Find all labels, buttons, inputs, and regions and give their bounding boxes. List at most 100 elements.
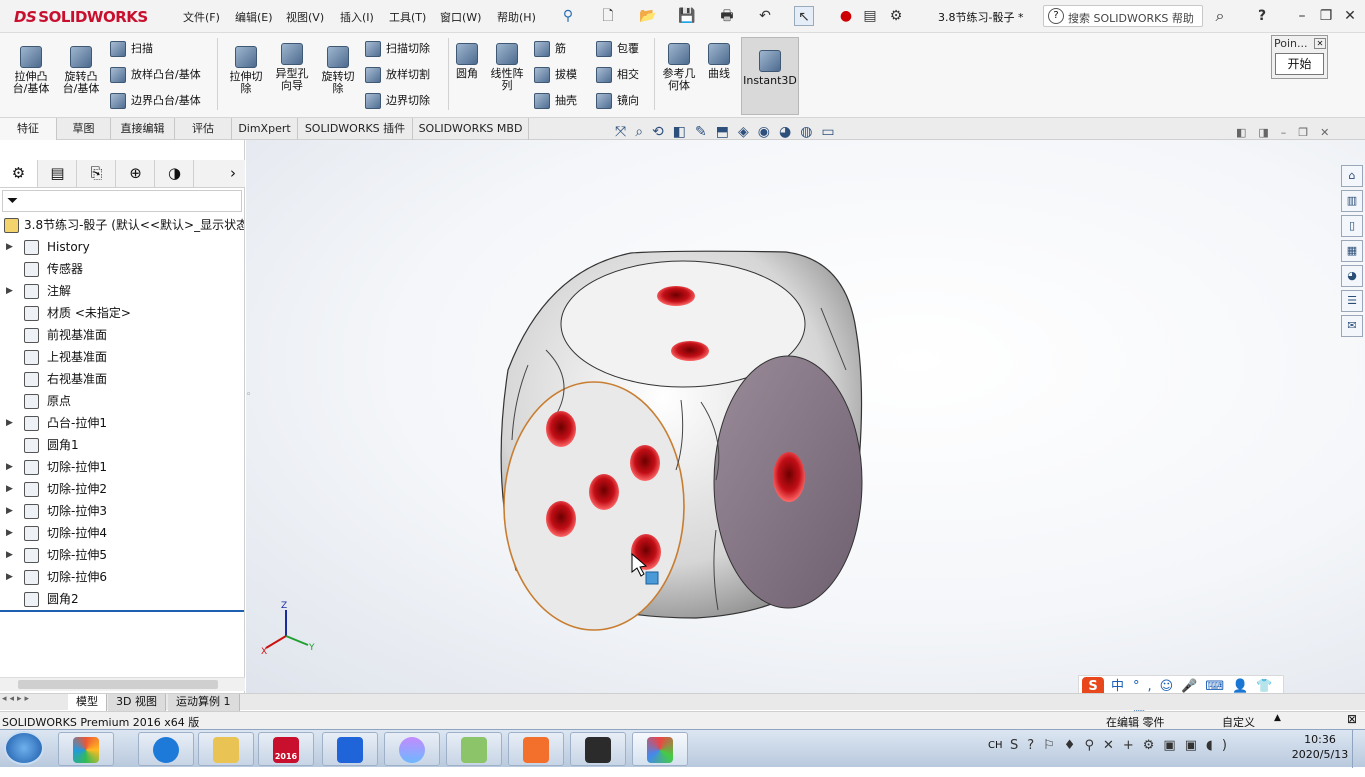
- revolve-boss-button[interactable]: 旋转凸 台/基体: [58, 46, 104, 95]
- panel-expand-icon[interactable]: ›: [222, 160, 244, 187]
- mirror-button[interactable]: 镜向: [596, 91, 639, 111]
- search-box[interactable]: ? 搜索 SOLIDWORKS 帮助: [1043, 5, 1203, 27]
- tree-item[interactable]: ▶ 注解: [0, 280, 244, 302]
- tree-item[interactable]: ▶ 切除-拉伸3: [0, 500, 244, 522]
- custom-properties-icon[interactable]: ☰: [1341, 290, 1363, 312]
- panel-splitter-icon[interactable]: ◦: [246, 390, 254, 420]
- display-manager-tab-icon[interactable]: ◑: [156, 160, 194, 187]
- show-desktop-button[interactable]: [1352, 730, 1365, 768]
- linear-pattern-button[interactable]: 线性阵 列: [486, 43, 528, 92]
- scrollbar-thumb[interactable]: [18, 680, 218, 689]
- minimize-icon[interactable]: –: [1292, 6, 1312, 26]
- tree-item[interactable]: ▶ History: [0, 236, 244, 258]
- tree-item[interactable]: 材质 <未指定>: [0, 302, 244, 324]
- loft-cut-button[interactable]: 放样切割: [365, 65, 430, 85]
- extrude-boss-button[interactable]: 拉伸凸 台/基体: [8, 46, 54, 95]
- tree-item[interactable]: 右视基准面: [0, 368, 244, 390]
- tree-item[interactable]: ▶ 切除-拉伸5: [0, 544, 244, 566]
- menu-file[interactable]: 文件(F): [183, 9, 220, 25]
- home-icon[interactable]: ⌂: [1341, 165, 1363, 187]
- tree-item[interactable]: 圆角1: [0, 434, 244, 456]
- display-style-icon[interactable]: ◈: [738, 124, 758, 140]
- apply-scene-icon[interactable]: ◍: [800, 124, 821, 140]
- appearances-icon[interactable]: ◕: [1341, 265, 1363, 287]
- point-start-button[interactable]: 开始: [1275, 53, 1324, 75]
- solidworks-logo[interactable]: DS SOLIDWORKS: [14, 8, 148, 26]
- help-icon[interactable]: ?: [1252, 6, 1272, 26]
- undo-icon[interactable]: ↶: [755, 6, 775, 26]
- expand-arrow-icon[interactable]: ▶: [6, 412, 13, 434]
- tab-3d-view[interactable]: 3D 视图: [108, 694, 166, 711]
- expand-arrow-icon[interactable]: ▶: [6, 544, 13, 566]
- sweep-cut-button[interactable]: 扫描切除: [365, 39, 430, 59]
- new-document-icon[interactable]: 🗋: [598, 6, 618, 26]
- tab-sketch[interactable]: 草图: [57, 118, 111, 140]
- tree-item[interactable]: ▶ 切除-拉伸2: [0, 478, 244, 500]
- save-icon[interactable]: 💾: [677, 6, 697, 26]
- reference-geometry-button[interactable]: 参考几 何体: [658, 43, 700, 92]
- tab-evaluate[interactable]: 评估: [175, 118, 232, 140]
- boundary-boss-button[interactable]: 边界凸台/基体: [110, 91, 201, 111]
- tree-item[interactable]: 前视基准面: [0, 324, 244, 346]
- fillet-button[interactable]: 圆角: [452, 43, 482, 80]
- taskbar-app-recorder[interactable]: [570, 732, 626, 766]
- restore-icon[interactable]: ❐: [1316, 6, 1336, 26]
- tree-item[interactable]: 原点: [0, 390, 244, 412]
- tree-item[interactable]: ▶ 切除-拉伸4: [0, 522, 244, 544]
- taskbar-app-paint[interactable]: [632, 732, 688, 766]
- tree-item[interactable]: ▶ 凸台-拉伸1: [0, 412, 244, 434]
- property-manager-tab-icon[interactable]: ▤: [39, 160, 77, 187]
- tray-language[interactable]: CH: [988, 740, 1003, 751]
- system-tray-icons[interactable]: S?⚐♦⚲✕+⚙▣▣◖): [1010, 738, 1236, 753]
- draft-button[interactable]: 拔模: [534, 65, 577, 85]
- expand-arrow-icon[interactable]: ▶: [6, 500, 13, 522]
- tree-filter-icon[interactable]: ⏷: [2, 190, 242, 212]
- hide-show-icon[interactable]: ◉: [758, 124, 779, 140]
- expand-arrow-icon[interactable]: ▶: [6, 522, 13, 544]
- tab-features[interactable]: 特征: [0, 118, 57, 140]
- expand-arrow-icon[interactable]: ▶: [6, 236, 13, 258]
- file-explorer-icon[interactable]: ▯: [1341, 215, 1363, 237]
- hole-wizard-button[interactable]: 异型孔 向导: [270, 43, 314, 92]
- status-units[interactable]: 自定义: [1222, 714, 1255, 730]
- curves-button[interactable]: 曲线: [702, 43, 736, 80]
- expand-arrow-icon[interactable]: ▶: [6, 456, 13, 478]
- pin-icon[interactable]: ⚲: [558, 6, 578, 26]
- section-view-icon[interactable]: ◧: [673, 124, 695, 140]
- edit-appearance-icon[interactable]: ◕: [779, 124, 800, 140]
- feature-manager-tab-icon[interactable]: ⚙: [0, 160, 38, 187]
- menu-tools[interactable]: 工具(T): [389, 9, 426, 25]
- options-gear-icon[interactable]: ⚙: [886, 6, 906, 26]
- tab-direct-edit[interactable]: 直接编辑: [111, 118, 175, 140]
- menu-view[interactable]: 视图(V): [286, 9, 324, 25]
- tab-model[interactable]: 模型: [68, 694, 107, 711]
- sweep-button[interactable]: 扫描: [110, 39, 153, 59]
- revolve-cut-button[interactable]: 旋转切 除: [316, 46, 360, 95]
- rebuild-icon[interactable]: ●: [836, 6, 856, 26]
- boundary-cut-button[interactable]: 边界切除: [365, 91, 430, 111]
- units-dropdown-icon[interactable]: ▲: [1274, 713, 1281, 723]
- view-palette-icon[interactable]: ▦: [1341, 240, 1363, 262]
- expand-arrow-icon[interactable]: ▶: [6, 478, 13, 500]
- tab-mbd[interactable]: SOLIDWORKS MBD: [413, 118, 529, 140]
- intersect-button[interactable]: 相交: [596, 65, 639, 85]
- view-settings-icon[interactable]: ▭: [821, 124, 843, 140]
- taskbar-app-player[interactable]: [508, 732, 564, 766]
- taskbar-app-wps[interactable]: [322, 732, 378, 766]
- expand-arrow-icon[interactable]: ▶: [6, 566, 13, 588]
- zoom-area-icon[interactable]: ⌕: [635, 124, 652, 140]
- dice-front-face[interactable]: [503, 381, 685, 631]
- close-icon[interactable]: ✕: [1340, 6, 1360, 26]
- taskbar-app-solidworks[interactable]: 2016: [258, 732, 314, 766]
- loft-boss-button[interactable]: 放样凸台/基体: [110, 65, 201, 85]
- wrap-button[interactable]: 包覆: [596, 39, 639, 59]
- panel-horizontal-scrollbar[interactable]: [0, 677, 245, 691]
- tree-item[interactable]: ▶ 切除-拉伸6: [0, 566, 244, 588]
- menu-edit[interactable]: 编辑(E): [235, 9, 273, 25]
- tab-scroll-arrows-icon[interactable]: ◂◂▸▸: [2, 694, 32, 704]
- taskbar-app-notes[interactable]: [446, 732, 502, 766]
- tab-addins[interactable]: SOLIDWORKS 插件: [298, 118, 413, 140]
- design-library-icon[interactable]: ▥: [1341, 190, 1363, 212]
- taskbar-app-explorer[interactable]: [198, 732, 254, 766]
- tab-dimxpert[interactable]: DimXpert: [232, 118, 298, 140]
